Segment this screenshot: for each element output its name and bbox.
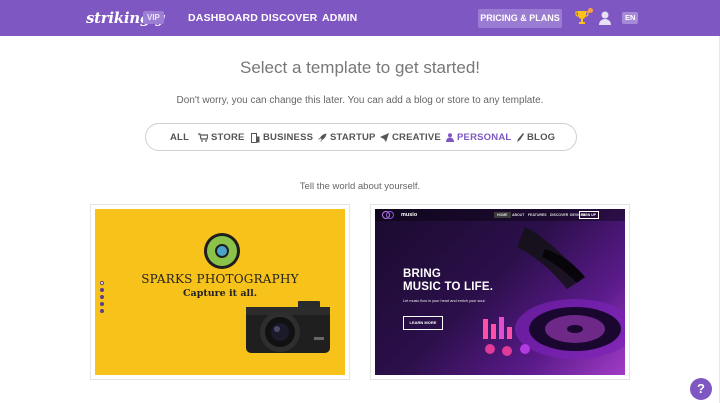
nav-admin[interactable]: ADMIN (322, 12, 357, 24)
filter-label: CREATIVE (392, 132, 441, 143)
template-preview: SPARKS PHOTOGRAPHY Capture it all. (95, 209, 345, 375)
preview-menu-item: HOME (494, 212, 511, 218)
preview-menu-item: ABOUT (512, 213, 525, 217)
filter-label: STORE (211, 132, 245, 143)
camera-icon (246, 301, 330, 353)
page-subtitle: Don't worry, you can change this later. … (176, 95, 544, 106)
cart-icon (198, 133, 208, 142)
preview-signup-button: SIGN UP (578, 211, 599, 219)
template-card-musio[interactable]: musio HOME ABOUT FEATURES DISCOVER DEVIC… (370, 204, 630, 380)
section-description: Tell the world about yourself. (299, 181, 421, 192)
filter-label: PERSONAL (457, 132, 512, 143)
slide-dots (100, 281, 105, 316)
trophy-icon[interactable] (575, 10, 589, 26)
user-icon[interactable] (598, 10, 612, 26)
preview-headline-line: MUSIC TO LIFE. (403, 281, 494, 293)
category-filter-bar: ALL STORE BUSINESS STARTUP CREATIVE PERS… (145, 123, 577, 151)
filter-all[interactable]: ALL (170, 132, 189, 143)
rocket-icon (318, 133, 327, 142)
nav-discover[interactable]: DISCOVER (261, 12, 317, 24)
nav-dashboard[interactable]: DASHBOARD (188, 12, 258, 24)
filter-label: BLOG (527, 132, 556, 143)
pricing-plans-button[interactable]: PRICING & PLANS (478, 9, 562, 28)
building-icon (251, 132, 260, 143)
filter-label: BUSINESS (263, 132, 314, 143)
preview-logo: musio (401, 212, 418, 218)
musio-logo-icon (382, 211, 394, 219)
pen-icon (517, 133, 524, 142)
preview-navbar: musio HOME ABOUT FEATURES DISCOVER DEVIC… (375, 209, 625, 221)
preview-headline: BRING MUSIC TO LIFE. (403, 268, 493, 294)
preview-body-text: Let music flow in your heart and enrich … (403, 299, 486, 303)
page-title: Select a template to get started! (239, 58, 481, 77)
template-title: SPARKS PHOTOGRAPHY (141, 272, 299, 286)
filter-business[interactable]: BUSINESS (251, 132, 313, 143)
filter-blog[interactable]: BLOG (516, 132, 555, 143)
filter-label: STARTUP (330, 132, 376, 143)
template-card-sparks[interactable]: SPARKS PHOTOGRAPHY Capture it all. (90, 204, 350, 380)
filter-creative[interactable]: CREATIVE (380, 132, 441, 143)
preview-menu-item: DISCOVER (550, 213, 569, 217)
aperture-logo-icon (204, 233, 240, 269)
filter-personal[interactable]: PERSONAL (446, 132, 511, 143)
top-navbar: strikingly VIP DASHBOARD DISCOVER ADMIN … (0, 0, 720, 36)
filter-store[interactable]: STORE (198, 132, 245, 143)
vip-badge: VIP (143, 11, 164, 24)
notification-dot (588, 8, 593, 13)
paper-plane-icon (380, 133, 389, 142)
template-preview: musio HOME ABOUT FEATURES DISCOVER DEVIC… (375, 209, 625, 375)
filter-label: ALL (170, 132, 190, 143)
help-button[interactable]: ? (690, 378, 712, 400)
person-icon (446, 133, 454, 142)
language-selector[interactable]: EN (622, 12, 639, 24)
filter-startup[interactable]: STARTUP (318, 132, 376, 143)
preview-menu-item: FEATURES (528, 213, 547, 217)
preview-learn-more-button: LEARN MORE (403, 316, 443, 330)
preview-headline-line: BRING (403, 268, 442, 280)
